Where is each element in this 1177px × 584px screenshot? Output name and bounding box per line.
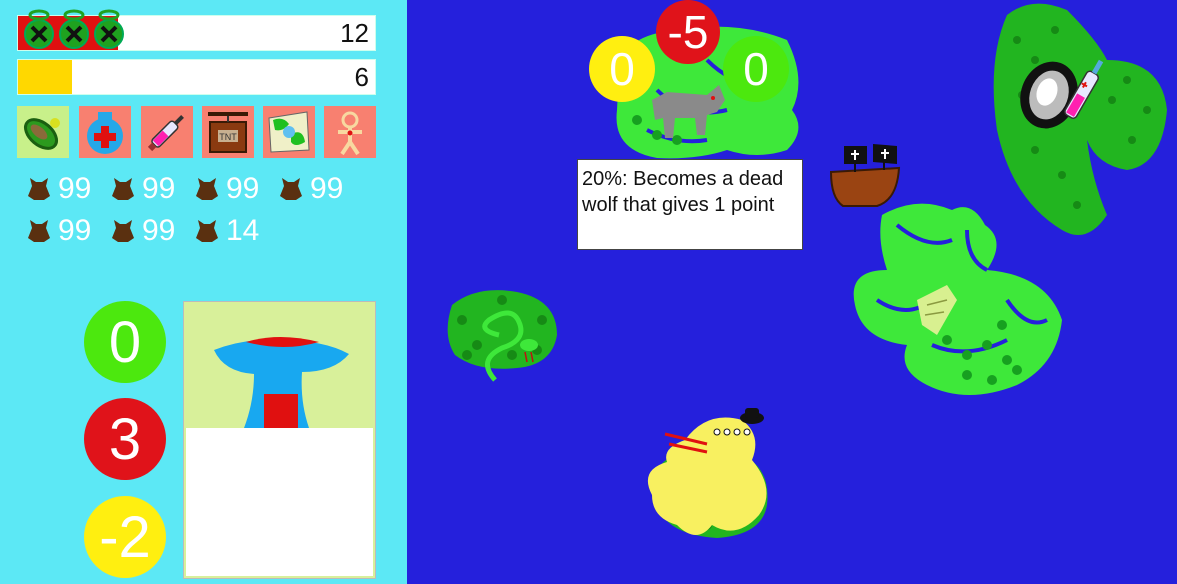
hide-pelt-icon <box>196 220 218 242</box>
resource-count: 99 <box>142 172 176 205</box>
item-slot-tnt[interactable]: TNT <box>202 106 254 158</box>
tile-preview-card[interactable] <box>183 301 376 579</box>
health-icons <box>20 6 130 52</box>
item-slot-pickle[interactable] <box>17 106 69 158</box>
hide-pelt-icon <box>280 178 302 200</box>
item-slot-map[interactable] <box>263 106 315 158</box>
energy-value: 6 <box>354 62 369 92</box>
svg-text:TNT: TNT <box>219 132 237 142</box>
energy-bar: 6 <box>17 59 376 95</box>
tooltip: 20%: Becomes a dead wolf that gives 1 po… <box>577 159 803 250</box>
item-slot-medicine[interactable] <box>79 106 131 158</box>
energy-bar-fill <box>18 60 72 94</box>
hide-pelt-icon <box>196 178 218 200</box>
resource-count: 99 <box>226 172 260 205</box>
medicine-bottle-icon <box>87 112 123 154</box>
octopus-icon[interactable] <box>647 408 767 535</box>
score-circle-green: 0 <box>84 301 166 383</box>
tile-preview-blank <box>186 428 373 576</box>
score-circle-red: 3 <box>84 398 166 480</box>
pickle-icon <box>24 118 60 150</box>
resource-slot: 99 <box>110 172 175 206</box>
resource-slot: 99 <box>26 172 91 206</box>
resource-slot: 99 <box>26 214 91 248</box>
health-value: 12 <box>340 18 369 48</box>
volcano-island-preview <box>214 337 349 428</box>
resource-slot: 14 <box>194 214 259 248</box>
map-score-green: 0 <box>723 36 789 102</box>
hide-pelt-icon <box>112 178 134 200</box>
island-snake[interactable] <box>447 290 557 382</box>
resource-count: 99 <box>58 172 92 205</box>
syringe-icon <box>147 115 184 152</box>
voodoo-doll-icon <box>338 111 362 156</box>
score-circle-yellow: -2 <box>84 496 166 578</box>
resource-count: 99 <box>310 172 344 205</box>
resource-count: 99 <box>58 214 92 247</box>
map-score-yellow: 0 <box>589 36 655 102</box>
resource-count: 99 <box>142 214 176 247</box>
health-bar: 12 <box>17 9 376 51</box>
tnt-crate-icon: TNT <box>208 112 248 153</box>
hide-pelt-icon <box>112 220 134 242</box>
resource-slot: 99 <box>278 172 343 206</box>
resource-count: 14 <box>226 214 260 247</box>
hide-pelt-icon <box>28 178 50 200</box>
resource-slot: 99 <box>194 172 259 206</box>
hide-pelt-icon <box>28 220 50 242</box>
island-shell[interactable] <box>853 203 1062 395</box>
sidebar: 12 6 TNT 99 99 99 99 99 99 14 0 3 -2 <box>0 0 407 584</box>
world-map-icon <box>268 111 310 153</box>
item-slot-voodoo[interactable] <box>324 106 376 158</box>
pirate-ship-icon[interactable] <box>829 144 901 207</box>
island-rock[interactable] <box>993 3 1167 236</box>
map-score-red: -5 <box>656 0 720 64</box>
item-slot-syringe[interactable] <box>141 106 193 158</box>
map-canvas <box>447 3 1167 538</box>
game-map[interactable]: 0 -5 0 20%: Becomes a dead wolf that giv… <box>407 0 1177 584</box>
poison-flask-icon <box>24 9 124 49</box>
resource-slot: 99 <box>110 214 175 248</box>
